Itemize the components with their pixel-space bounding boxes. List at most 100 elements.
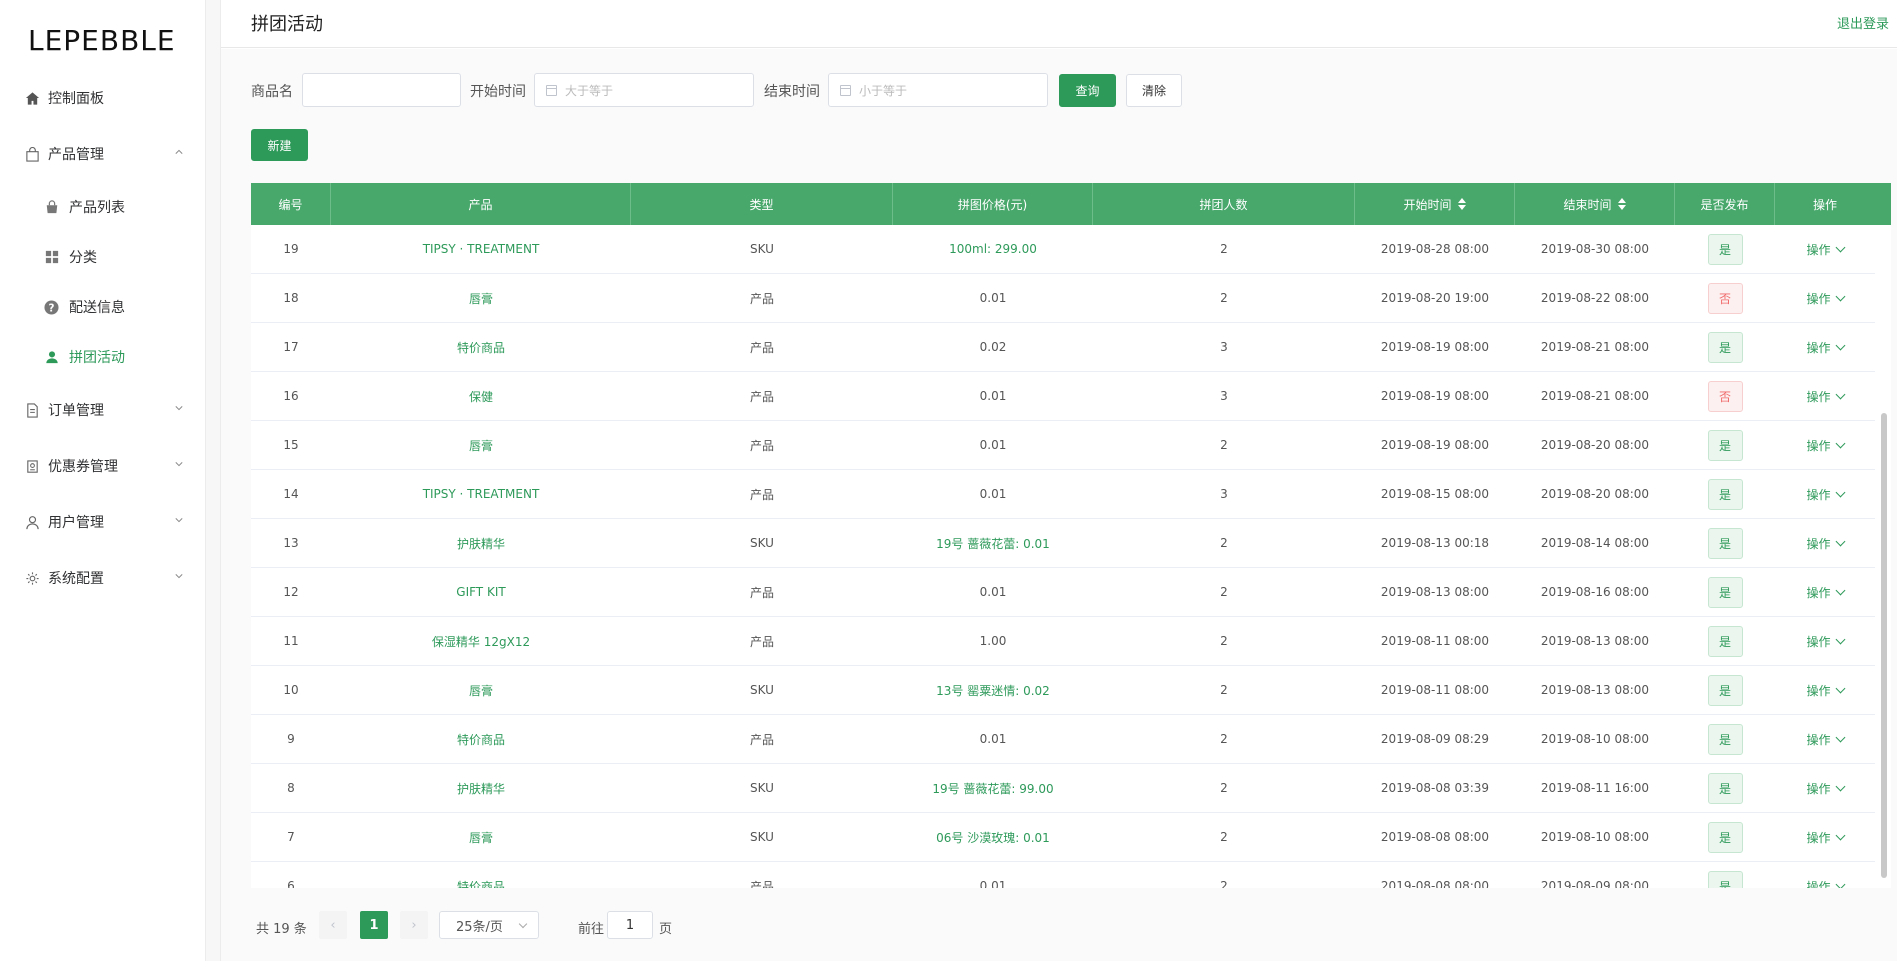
action-dropdown[interactable]: 操作 bbox=[1806, 731, 1845, 748]
cell-product[interactable]: 护肤精华 bbox=[331, 519, 631, 567]
cell-id: 10 bbox=[283, 683, 299, 697]
sidebar-item-coupons[interactable]: 优惠券管理 bbox=[0, 446, 205, 486]
column-header-sortable[interactable]: 结束时间 bbox=[1515, 183, 1675, 225]
sidebar-item-delivery[interactable]: ? 配送信息 bbox=[0, 287, 205, 327]
chevron-down-icon bbox=[175, 406, 183, 411]
cell-product[interactable]: 保湿精华 12gX12 bbox=[331, 617, 631, 665]
start-time-picker[interactable]: 大于等于 bbox=[534, 73, 754, 107]
cell-product[interactable]: 特价商品 bbox=[331, 323, 631, 371]
action-label: 操作 bbox=[1806, 242, 1831, 257]
sidebar-item-settings[interactable]: 系统配置 bbox=[0, 558, 205, 598]
logout-link[interactable]: 退出登录 bbox=[1837, 13, 1889, 32]
action-dropdown[interactable]: 操作 bbox=[1806, 682, 1845, 699]
cell-start-time: 2019-08-13 08:00 bbox=[1380, 585, 1490, 599]
clear-button[interactable]: 清除 bbox=[1126, 74, 1182, 107]
cell-type: SKU bbox=[750, 830, 774, 844]
cell-published: 是 bbox=[1675, 862, 1775, 888]
cell-people: 2 bbox=[1220, 732, 1228, 746]
sidebar-item-product-list[interactable]: 产品列表 bbox=[0, 187, 205, 227]
cell-end-time: 2019-08-14 08:00 bbox=[1540, 536, 1650, 550]
action-dropdown[interactable]: 操作 bbox=[1806, 339, 1845, 356]
sidebar-item-users[interactable]: 用户管理 bbox=[0, 502, 205, 542]
sort-icon[interactable] bbox=[1617, 198, 1626, 210]
cell-product[interactable]: 唇膏 bbox=[331, 813, 631, 861]
cell-product[interactable]: 保健 bbox=[331, 372, 631, 420]
status-badge: 是 bbox=[1707, 625, 1743, 657]
chevron-down-icon bbox=[518, 919, 528, 929]
chevron-down-icon bbox=[175, 462, 183, 467]
cell-product[interactable]: TIPSY · TREATMENT bbox=[331, 470, 631, 518]
new-button[interactable]: 新建 bbox=[251, 129, 308, 161]
cell-product[interactable]: 特价商品 bbox=[331, 715, 631, 763]
status-badge: 是 bbox=[1707, 674, 1743, 706]
cell-published: 否 bbox=[1675, 372, 1775, 420]
page-number-button[interactable]: 1 bbox=[360, 911, 388, 939]
action-dropdown[interactable]: 操作 bbox=[1806, 241, 1845, 258]
next-page-button[interactable]: › bbox=[400, 911, 428, 939]
action-dropdown[interactable]: 操作 bbox=[1806, 633, 1845, 650]
cell-price[interactable]: 100ml: 299.00 bbox=[893, 225, 1093, 273]
cell-price[interactable]: 19号 蔷薇花蕾: 0.01 bbox=[893, 519, 1093, 567]
action-dropdown[interactable]: 操作 bbox=[1806, 878, 1845, 888]
cell-product[interactable]: 唇膏 bbox=[331, 274, 631, 322]
cell-start-time: 2019-08-19 08:00 bbox=[1380, 438, 1490, 452]
sidebar-item-category[interactable]: 分类 bbox=[0, 237, 205, 277]
cell-price[interactable]: 13号 罂粟迷情: 0.02 bbox=[893, 666, 1093, 714]
cell-price[interactable]: 06号 沙漠玫瑰: 0.01 bbox=[893, 813, 1093, 861]
sidebar-item-dashboard[interactable]: 控制面板 bbox=[0, 78, 205, 118]
sidebar-item-label: 配送信息 bbox=[69, 300, 125, 316]
cell-people: 3 bbox=[1220, 487, 1228, 501]
cell-end-time: 2019-08-22 08:00 bbox=[1540, 291, 1650, 305]
product-name-input[interactable] bbox=[302, 73, 461, 107]
cell-published: 是 bbox=[1675, 421, 1775, 469]
cell-published: 是 bbox=[1675, 470, 1775, 518]
column-header: 产品 bbox=[331, 183, 631, 225]
page-size-select[interactable]: 25条/页 bbox=[439, 911, 539, 939]
chevron-down-icon bbox=[1835, 781, 1845, 791]
cell-product[interactable]: 护肤精华 bbox=[331, 764, 631, 812]
action-dropdown[interactable]: 操作 bbox=[1806, 535, 1845, 552]
action-dropdown[interactable]: 操作 bbox=[1806, 388, 1845, 405]
scrollbar-thumb[interactable] bbox=[1881, 413, 1887, 878]
sidebar-item-products[interactable]: 产品管理 bbox=[0, 134, 205, 174]
column-header-sortable[interactable]: 开始时间 bbox=[1355, 183, 1515, 225]
start-time-placeholder: 大于等于 bbox=[565, 83, 614, 98]
cell-product[interactable]: TIPSY · TREATMENT bbox=[331, 225, 631, 273]
cell-end-time: 2019-08-09 08:00 bbox=[1540, 879, 1650, 888]
cell-people: 2 bbox=[1220, 683, 1228, 697]
action-dropdown[interactable]: 操作 bbox=[1806, 829, 1845, 846]
cell-product[interactable]: 唇膏 bbox=[331, 666, 631, 714]
cell-start-time: 2019-08-19 08:00 bbox=[1380, 340, 1490, 354]
cell-type: 产品 bbox=[749, 585, 774, 600]
cell-people: 2 bbox=[1220, 634, 1228, 648]
cell-product[interactable]: 唇膏 bbox=[331, 421, 631, 469]
status-badge: 是 bbox=[1707, 576, 1743, 608]
cell-end-time: 2019-08-21 08:00 bbox=[1540, 340, 1650, 354]
action-label: 操作 bbox=[1806, 438, 1831, 453]
sidebar-item-label: 分类 bbox=[69, 250, 97, 266]
cell-product[interactable]: GIFT KIT bbox=[331, 568, 631, 616]
cell-price[interactable]: 19号 蔷薇花蕾: 99.00 bbox=[893, 764, 1093, 812]
cell-people: 2 bbox=[1220, 879, 1228, 888]
sort-icon[interactable] bbox=[1457, 198, 1466, 210]
goto-page-input[interactable]: 1 bbox=[607, 911, 653, 939]
action-dropdown[interactable]: 操作 bbox=[1806, 437, 1845, 454]
action-dropdown[interactable]: 操作 bbox=[1806, 290, 1845, 307]
main-content: 商品名 开始时间 大于等于 结束时间 小于等于 查询 清除 新建 编号 产品 类… bbox=[221, 49, 1897, 961]
status-badge: 是 bbox=[1707, 772, 1743, 804]
search-button[interactable]: 查询 bbox=[1059, 74, 1116, 107]
cell-action: 操作 bbox=[1775, 421, 1875, 469]
end-time-picker[interactable]: 小于等于 bbox=[828, 73, 1048, 107]
sidebar-item-group-buy[interactable]: 拼团活动 bbox=[0, 337, 205, 377]
action-dropdown[interactable]: 操作 bbox=[1806, 780, 1845, 797]
table-row: 10 唇膏 SKU 13号 罂粟迷情: 0.02 2 2019-08-11 08:00 20… bbox=[251, 666, 1875, 715]
action-dropdown[interactable]: 操作 bbox=[1806, 584, 1845, 601]
cell-type: SKU bbox=[750, 683, 774, 697]
sidebar-item-orders[interactable]: 订单管理 bbox=[0, 390, 205, 430]
prev-page-button[interactable]: ‹ bbox=[319, 911, 347, 939]
action-dropdown[interactable]: 操作 bbox=[1806, 486, 1845, 503]
cell-end-time: 2019-08-10 08:00 bbox=[1540, 830, 1650, 844]
cell-product[interactable]: 特价商品 bbox=[331, 862, 631, 889]
table-header: 编号 产品 类型 拼图价格(元) 拼团人数 开始时间 结束时间 是否发布 操作 bbox=[251, 183, 1875, 225]
table-row: 9 特价商品 产品 0.01 2 2019-08-09 08:29 2019-08-10 0… bbox=[251, 715, 1875, 764]
